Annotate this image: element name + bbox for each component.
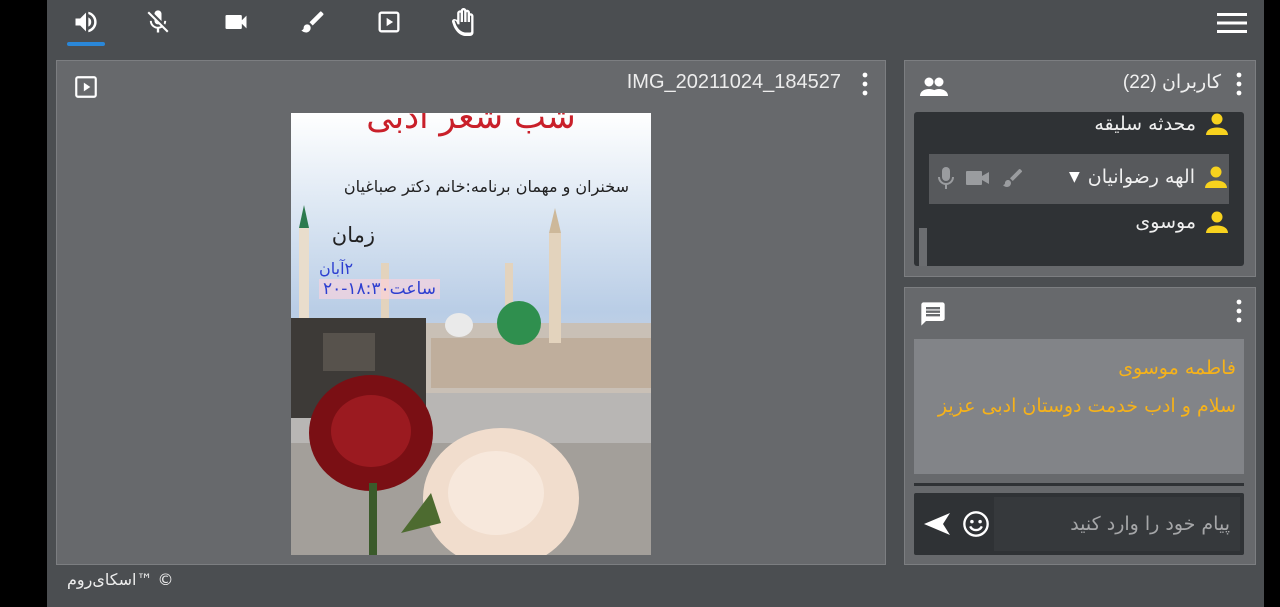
mic-muted-icon	[147, 10, 169, 33]
whiteboard-button[interactable]	[293, 4, 333, 40]
mic-button[interactable]	[138, 4, 178, 40]
speaker-button[interactable]	[66, 4, 106, 40]
caret-down-icon[interactable]: ▼	[1069, 169, 1080, 185]
brush-icon	[301, 11, 324, 33]
users-icon	[920, 77, 948, 96]
more-options-icon[interactable]	[859, 71, 871, 97]
poster-hour: ساعت۱۸:۳۰-۲۰	[319, 279, 440, 299]
top-toolbar	[47, 0, 1264, 52]
media-title: IMG_20211024_184527	[626, 71, 841, 93]
poster-date: ۲آبان	[319, 259, 354, 278]
poster-time-label: زمان	[331, 223, 375, 247]
raise-hand-button[interactable]	[443, 4, 483, 40]
play-box-icon	[378, 11, 400, 33]
user-name: الهه رضوانیان	[1087, 166, 1195, 188]
user-tools	[937, 165, 1025, 191]
user-icon	[1205, 166, 1227, 188]
media-button[interactable]	[369, 4, 409, 40]
chat-text: سلام و ادب خدمت دوستان ادبی عزیز	[937, 395, 1236, 417]
user-item[interactable]: محدثه سلیقه	[1094, 112, 1230, 136]
camera-button[interactable]	[216, 4, 256, 40]
poster-heading: شب شعر ادبی	[366, 113, 576, 137]
user-row: الهه رضوانیان ▼	[1069, 165, 1229, 189]
user-list: محدثه سلیقه الهه رضوانیان ▼ موسوی	[914, 112, 1244, 266]
camera-icon	[225, 15, 247, 29]
brush-icon[interactable]	[1001, 166, 1025, 190]
menu-icon	[1217, 13, 1247, 33]
more-options-icon[interactable]	[1233, 298, 1245, 324]
mic-icon[interactable]	[937, 165, 955, 191]
play-box-icon[interactable]	[73, 74, 99, 100]
speaker-icon	[75, 11, 97, 33]
divider	[914, 483, 1244, 486]
app-window: IMG_20211024_184527 شب شعر ادبی سخنران و…	[47, 0, 1264, 607]
shared-image: شب شعر ادبی سخنران و مهمان برنامه:خانم د…	[291, 113, 651, 555]
emoji-icon[interactable]	[962, 510, 990, 538]
chat-panel: فاطمه موسوی سلام و ادب خدمت دوستان ادبی …	[904, 287, 1256, 565]
chat-sender: فاطمه موسوی	[1118, 357, 1236, 379]
user-name: محدثه سلیقه	[1094, 113, 1196, 135]
chat-icon	[921, 302, 945, 326]
user-icon	[1206, 211, 1228, 233]
users-title: کاربران (22)	[1122, 72, 1221, 93]
user-name: موسوی	[1135, 211, 1196, 233]
more-options-icon[interactable]	[1233, 71, 1245, 97]
user-item-selected[interactable]: الهه رضوانیان ▼	[929, 154, 1229, 204]
chat-composer	[914, 493, 1244, 555]
user-icon	[1206, 113, 1228, 135]
user-item[interactable]: موسوی	[1135, 210, 1230, 234]
hand-icon	[452, 8, 474, 36]
footer-copyright: © ™اسکای‌روم	[67, 570, 174, 589]
shared-media-panel: IMG_20211024_184527 شب شعر ادبی سخنران و…	[56, 60, 886, 565]
scrollbar[interactable]	[919, 228, 927, 266]
active-tab-indicator	[67, 42, 105, 46]
poster-speaker: سخنران و مهمان برنامه:خانم دکتر صباغیان	[343, 177, 629, 196]
menu-button[interactable]	[1212, 6, 1252, 40]
camera-icon[interactable]	[965, 168, 991, 188]
users-panel: کاربران (22) محدثه سلیقه الهه رضوانیان ▼	[904, 60, 1256, 277]
chat-input[interactable]	[994, 497, 1240, 551]
send-icon[interactable]	[922, 511, 952, 537]
chat-message: فاطمه موسوی سلام و ادب خدمت دوستان ادبی …	[914, 339, 1244, 474]
